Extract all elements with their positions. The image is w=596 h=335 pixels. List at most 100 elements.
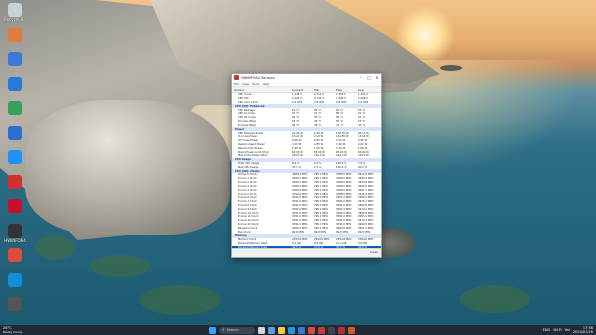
sensor-label: P-Core 3 Clock xyxy=(238,184,257,188)
col-current[interactable]: Current xyxy=(292,88,314,92)
volume-icon[interactable]: Vol xyxy=(565,328,570,332)
desktop-icons: Recycle Bin HWiNFO64 xyxy=(0,0,30,325)
edge-icon[interactable] xyxy=(288,326,295,334)
desktop-icon[interactable] xyxy=(4,297,26,311)
desktop-icon[interactable] xyxy=(4,199,26,213)
minimize-button[interactable]: – xyxy=(357,74,365,81)
sensor-current: 3591.0 MHz xyxy=(292,207,308,211)
sensor-avg: 99.8 MHz xyxy=(358,230,371,234)
hwinfo-icon[interactable] xyxy=(338,326,345,334)
chrome-icon[interactable] xyxy=(308,326,315,334)
sensor-current: 3790.0 MHz xyxy=(292,192,308,196)
sensor-label: CPU [#0]: Clocks xyxy=(235,169,260,173)
sensor-current: 3591.0 MHz xyxy=(292,200,308,204)
sensor-max: 100.0 % xyxy=(336,162,347,166)
wifi-icon[interactable]: Wi-Fi xyxy=(553,328,561,332)
sensor-avg: 65.00 W xyxy=(358,150,369,154)
sensor-label: CPU [#0]: Enhanced xyxy=(235,104,265,108)
sensor-max: 3591.0 MHz xyxy=(336,223,352,227)
sensor-max: 4788.5 MHz xyxy=(336,192,352,196)
app-icon xyxy=(8,150,22,164)
sensor-label: P-Core 1 Clock xyxy=(238,177,257,181)
sensor-max: 80 °C xyxy=(336,112,344,116)
close-sensors-button[interactable]: Close xyxy=(370,250,378,254)
desktop-icon[interactable] xyxy=(4,125,26,140)
sensor-min: 0.2 % xyxy=(314,162,322,166)
sensor-label: GT Cores Power xyxy=(238,139,259,143)
sensor-label: E-Core 11 Clock xyxy=(238,215,259,219)
sensor-min: 2.85 W xyxy=(314,142,324,146)
sensor-current: 1.225 V xyxy=(292,97,303,101)
desktop-icon[interactable] xyxy=(4,150,26,164)
maximize-button[interactable]: □ xyxy=(365,74,373,81)
windows-start-icon[interactable] xyxy=(209,326,216,334)
sensor-min: 798.1 MHz xyxy=(314,211,328,215)
menu-help[interactable]: Help xyxy=(263,82,270,86)
col-sensor[interactable]: Sensor xyxy=(232,88,292,92)
app-icon[interactable] xyxy=(348,326,355,334)
sensor-label: P-Cores (Max) xyxy=(238,120,257,124)
file-explorer-icon[interactable] xyxy=(278,326,285,334)
sensor-max: 4788.5 MHz xyxy=(336,181,352,185)
sensor-avg: 3580.4 MHz xyxy=(358,177,374,181)
task-view-icon[interactable] xyxy=(258,326,265,334)
desktop-icon[interactable] xyxy=(4,52,26,66)
widgets-icon[interactable] xyxy=(268,326,275,334)
desktop-icon[interactable] xyxy=(4,101,26,115)
sensor-min: 2394.6 MHz xyxy=(314,238,330,242)
menu-file[interactable]: File xyxy=(234,82,239,86)
desktop-icon[interactable]: HWiNFO64 xyxy=(4,223,26,243)
sensor-avg: 52 °C xyxy=(358,108,366,112)
sensor-current: 0.08 W xyxy=(292,139,302,143)
edge-icon xyxy=(8,272,22,287)
desktop-icon[interactable] xyxy=(4,174,26,189)
sensor-min: 2.10 W xyxy=(314,135,324,139)
sensor-avg: 2972.3 MHz xyxy=(358,219,374,223)
sensor-min: 219.0 W xyxy=(314,154,325,158)
col-min[interactable]: Min xyxy=(314,88,336,92)
sensor-min: 798.1 MHz xyxy=(314,215,328,219)
large-rock xyxy=(25,100,230,235)
sensor-table[interactable]: CPU Vcore 1.234 V 0.712 V 1.402 V 1.102 V CPU… xyxy=(232,93,381,248)
store-icon[interactable] xyxy=(298,326,305,334)
desktop-icon[interactable] xyxy=(4,272,26,287)
sensor-max: 11.2 GB xyxy=(336,242,347,246)
desktop-icon[interactable] xyxy=(4,27,26,42)
col-max[interactable]: Max xyxy=(336,88,358,92)
sensor-label: E-Core 12 Clock xyxy=(238,219,259,223)
sensor-max: 100.0 % xyxy=(336,165,347,169)
desktop-icon[interactable] xyxy=(4,76,26,91)
hwinfo-window[interactable]: HWiNFO64 Sensors – □ ✕ File View Tools H… xyxy=(231,73,382,258)
terminal-icon[interactable] xyxy=(328,326,335,334)
window-titlebar[interactable]: HWiNFO64 Sensors – □ ✕ xyxy=(232,74,381,81)
sensor-avg: 41 °C xyxy=(358,116,366,120)
menu-view[interactable]: View xyxy=(242,82,249,86)
sensor-max: 55 °C xyxy=(336,116,344,120)
desktop-icon-label: HWiNFO64 xyxy=(4,237,26,243)
system-tray: ENG Wi-Fi Vol 17:58 2024/07/16 xyxy=(540,326,593,334)
search-box[interactable]: ⌕ Search xyxy=(219,326,255,334)
app-icon xyxy=(8,297,22,311)
sensor-avg: 30.2 % xyxy=(358,165,368,169)
col-avg[interactable]: Avg xyxy=(358,88,378,92)
sensor-label: CPU VID xyxy=(238,97,249,101)
desktop-icon[interactable] xyxy=(4,248,26,262)
sensor-max: 1.395 V xyxy=(336,97,347,101)
sensor-max: 4788.5 MHz xyxy=(336,177,352,181)
weather-widget[interactable]: 26°C Mostly cloudy xyxy=(3,326,22,334)
sensor-current: 3591.0 MHz xyxy=(292,223,308,227)
close-button[interactable]: ✕ xyxy=(373,74,381,81)
menu-tools[interactable]: Tools xyxy=(252,82,259,86)
sensor-min: 798.1 MHz xyxy=(314,192,328,196)
sensor-min: 798.1 MHz xyxy=(314,173,328,177)
clock[interactable]: 17:58 2024/07/16 xyxy=(573,326,593,334)
desktop-icon[interactable]: Recycle Bin xyxy=(4,3,26,22)
app-icon xyxy=(8,76,22,91)
app-icon[interactable] xyxy=(318,326,325,334)
app-icon xyxy=(8,101,22,115)
sensor-avg: 20.11 W xyxy=(358,131,369,135)
language-indicator[interactable]: ENG xyxy=(543,328,551,332)
sensor-min: 38 °C xyxy=(314,108,322,112)
app-icon xyxy=(8,125,22,140)
taskbar-apps: ⌕ Search xyxy=(209,326,358,334)
